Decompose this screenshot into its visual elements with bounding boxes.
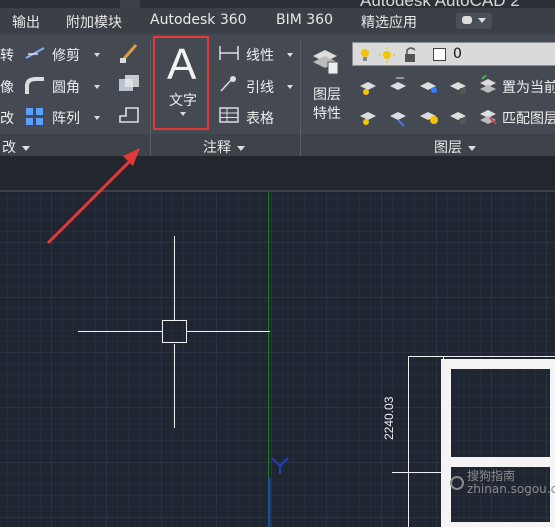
pickbox	[162, 320, 187, 343]
wall-geometry[interactable]	[441, 359, 555, 527]
sogou-logo-icon	[450, 476, 464, 490]
ucs-y-glyph	[271, 457, 289, 474]
watermark: 搜狗指南 zhinan.sogou.com	[450, 470, 555, 496]
annotation-arrowhead	[123, 148, 140, 166]
watermark-text: 搜狗指南 zhinan.sogou.com	[467, 469, 555, 496]
annotation-arrow	[46, 155, 136, 245]
drawing-overlay	[46, 148, 555, 527]
dimension-text[interactable]: 2240.03	[382, 397, 396, 440]
